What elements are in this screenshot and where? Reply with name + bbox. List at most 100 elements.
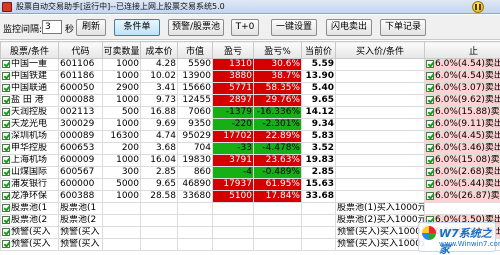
market-value-cell: 19830 [177,154,213,167]
buy-condition-cell [335,166,425,179]
market-value-cell: 704 [177,142,213,155]
cost-cell: 3.68 [140,142,178,155]
t0-button[interactable]: T+0 [231,19,259,36]
current-price-cell: 5.40 [301,82,336,95]
profit-loss-pct-cell [253,202,302,215]
quantity-cell: 1000 [102,190,141,203]
cost-cell: 10.02 [140,70,178,83]
table-row[interactable]: 申华控股 600653 200 3.68 704 -33 -4.478% 3.52 6.0%(3… [0,142,500,155]
table-header: 股票/条件 代码 可卖数量 成本价 市值 盈亏 盈亏% 当前价 买入价/条件止 [0,41,500,59]
checkbox-icon[interactable] [2,119,10,128]
quantity-cell [102,202,141,215]
interval-input[interactable]: 3 [42,20,62,34]
checkbox-icon[interactable] [2,215,10,224]
buy-condition-cell [335,70,425,83]
stock-name: 深圳机场 [11,131,48,142]
quantity-cell: 1000 [102,154,141,167]
checkbox-icon[interactable] [426,167,434,176]
column-header[interactable]: 盈亏% [253,41,302,59]
quantity-cell: 1000 [102,118,141,131]
column-header[interactable]: 代码 [58,41,103,59]
column-header[interactable]: 买入价/条件 [335,41,425,59]
refresh-button[interactable]: 刷新 [76,19,106,36]
checkbox-icon[interactable] [426,179,434,188]
stock-name-cell: 预警(买入 [0,226,59,239]
column-header[interactable]: 可卖数量 [102,41,141,59]
column-header[interactable]: 当前价 [301,41,336,59]
flash-sell-button[interactable]: 闪电卖出 [326,19,372,36]
checkbox-icon[interactable] [426,119,434,128]
column-header[interactable]: 止 [424,41,500,59]
table-row[interactable]: 中国一重 601106 1000 4.28 5590 1310 30.6% 5.59 6.0%(… [0,58,500,71]
toolbar: 监控间隔: 3 秒 刷新 条件单 预警/股票池 T+0 一键设置 闪电卖出 下单… [0,15,500,40]
table-row[interactable]: 中国铁建 601186 1000 10.02 13900 3880 38.7% 13.90 6.… [0,70,500,83]
checkbox-icon[interactable] [2,227,10,236]
table-row[interactable]: 浦发银行 600000 5000 9.65 46890 17937 61.95% 15.63 6… [0,178,500,191]
stock-name: 股票池(1 [11,203,48,214]
market-value-cell: 46890 [177,178,213,191]
one-click-settings-button[interactable]: 一键设置 [271,19,317,36]
table-row[interactable]: 深圳机场 000089 16300 4.74 95029 17702 22.89% 5.83 6… [0,130,500,143]
checkbox-icon[interactable] [2,131,10,140]
table-row[interactable]: 中国联通 600050 2900 3.41 15660 5771 58.35% 5.40 6.0… [0,82,500,95]
cost-cell [140,238,178,251]
stock-name: 中国铁建 [11,71,48,82]
checkbox-icon[interactable] [426,131,434,140]
current-price-cell: 15.63 [301,178,336,191]
sell-condition-cell: 6.0%(4.54)卖出全部 [424,58,500,71]
column-header[interactable]: 市值 [177,41,213,59]
checkbox-icon[interactable] [2,143,10,152]
checkbox-icon[interactable] [2,95,10,104]
condition-order-button[interactable]: 条件单 [114,19,160,36]
code-cell: 601106 [58,58,103,71]
checkbox-icon[interactable] [426,191,434,200]
checkbox-icon[interactable] [426,71,434,80]
stock-name-cell: 上海机场 [0,154,59,167]
column-header[interactable]: 股票/条件 [0,41,59,59]
checkbox-icon[interactable] [426,107,434,116]
checkbox-icon[interactable] [2,107,10,116]
cost-cell: 9.73 [140,94,178,107]
checkbox-icon[interactable] [2,83,10,92]
checkbox-icon[interactable] [2,155,10,164]
market-value-cell: 33680 [177,190,213,203]
checkbox-icon[interactable] [2,71,10,80]
watermark: W7系统之家 www.Winwin7.com [418,222,500,255]
table-row[interactable]: 盐 田 港 000088 1000 9.73 12455 2897 29.76% 9.65 6.… [0,94,500,107]
order-log-button[interactable]: 下单记录 [380,19,426,36]
column-header[interactable]: 盈亏 [212,41,254,59]
checkbox-icon[interactable] [2,179,10,188]
checkbox-icon[interactable] [2,167,10,176]
profit-loss-cell: 17937 [212,178,254,191]
checkbox-icon[interactable] [426,155,434,164]
table-row[interactable]: 山煤国际 600567 300 2.85 860 -4 -0.489% 2.85 6.0%(2.… [0,166,500,179]
checkbox-icon[interactable] [426,95,434,104]
checkbox-icon[interactable] [2,239,10,248]
checkbox-icon[interactable] [426,143,434,152]
stock-name: 盐 田 港 [11,95,44,106]
table-row[interactable]: 龙净环保 600388 1000 28.58 33680 5100 17.84% 33.68 6… [0,190,500,203]
table-row[interactable]: 天润控股 002113 500 16.88 7060 -1379 -16.336% 14.12… [0,106,500,119]
table-row[interactable]: 上海机场 600009 1000 16.04 19830 3791 23.63% 19.83 6… [0,154,500,167]
checkbox-icon[interactable] [426,59,434,68]
checkbox-icon[interactable] [2,59,10,68]
market-value-cell: 13900 [177,70,213,83]
column-header[interactable]: 成本价 [140,41,178,59]
current-price-cell: 19.83 [301,154,336,167]
sell-condition-cell: 6.0%(15.08)卖出全部 [424,154,500,167]
quantity-cell: 1000 [102,94,141,107]
table-row[interactable]: 股票池(1 股票池(1 股票池(1)买入1000元 [0,202,500,215]
profit-loss-cell: -4 [212,166,254,179]
checkbox-icon[interactable] [2,191,10,200]
profit-loss-pct-cell: -4.478% [253,142,302,155]
stock-name-cell: 天润控股 [0,106,59,119]
table-row[interactable]: 天龙光电 300029 1000 9.69 9350 -220 -2.301% 9.34 6.0… [0,118,500,131]
sell-condition-cell: 6.0%(3.46)卖出全部 [424,142,500,155]
checkbox-icon[interactable] [2,203,10,212]
pause-icon[interactable] [472,1,484,13]
sell-condition-text: 6.0%(9.11)卖出全部 [435,119,500,130]
code-cell: 股票池(2 [58,214,103,227]
alert-stock-pool-button[interactable]: 预警/股票池 [168,19,224,36]
checkbox-icon[interactable] [426,83,434,92]
quantity-cell: 5000 [102,178,141,191]
